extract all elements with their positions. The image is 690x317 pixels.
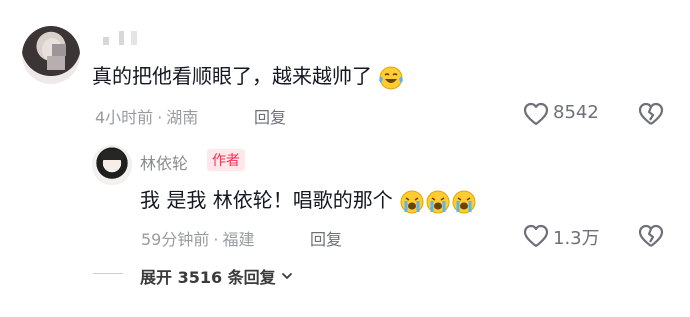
reply-button[interactable]: 回复: [254, 104, 286, 128]
broken-heart-icon[interactable]: [637, 222, 665, 250]
reply-body: 我 是我 林依轮！唱歌的那个: [140, 184, 477, 215]
expand-replies-button[interactable]: 展开 3516 条回复: [140, 264, 294, 288]
comment-body: 真的把他看顺眼了，越来越帅了: [92, 60, 404, 91]
commenter-name-redacted[interactable]: [103, 31, 137, 45]
commenter-avatar[interactable]: [22, 26, 80, 84]
heart-icon[interactable]: [522, 222, 550, 250]
comment-text: 真的把他看顺眼了，越来越帅了: [92, 64, 372, 88]
reply-location: 福建: [222, 230, 255, 249]
tears-of-joy-emoji: [378, 65, 404, 91]
comment-time: 4小时前: [95, 108, 154, 127]
reply-time: 59分钟前: [141, 230, 210, 249]
author-avatar[interactable]: [92, 145, 132, 185]
chevron-down-icon: [280, 269, 294, 283]
reply-like-count: 1.3万: [553, 228, 600, 249]
author-name[interactable]: 林依轮: [140, 150, 188, 174]
divider: [93, 273, 123, 274]
loudly-crying-emoji: [451, 189, 477, 215]
comment-meta: 4小时前 · 湖南: [95, 108, 199, 127]
like-count: 8542: [553, 102, 599, 123]
loudly-crying-emoji: [399, 189, 425, 215]
reply-to-reply-button[interactable]: 回复: [310, 226, 342, 250]
reply-meta: 59分钟前 · 福建: [141, 230, 255, 249]
heart-icon[interactable]: [522, 100, 550, 128]
expand-replies-label: 展开 3516 条回复: [140, 268, 276, 287]
comment-location: 湖南: [166, 108, 199, 127]
reply-text: 我 是我 林依轮！唱歌的那个: [140, 188, 393, 212]
loudly-crying-emoji: [425, 189, 451, 215]
author-badge: 作者: [207, 149, 245, 171]
broken-heart-icon[interactable]: [637, 100, 665, 128]
